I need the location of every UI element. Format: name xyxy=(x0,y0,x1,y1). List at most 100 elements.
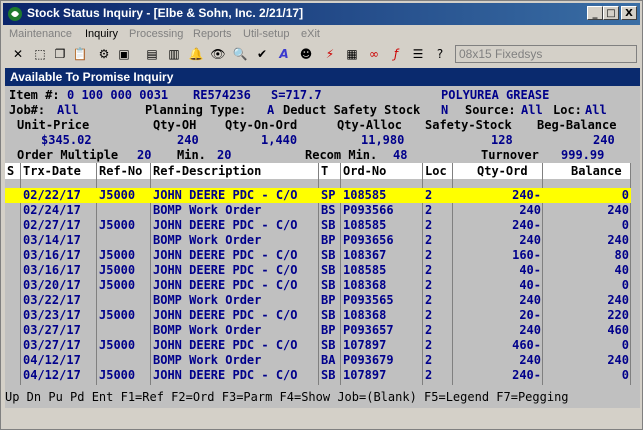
col-header-balance[interactable]: Balance xyxy=(543,163,631,179)
cell-s xyxy=(5,188,21,203)
cell-ref-no: J5000 xyxy=(99,368,136,382)
cell-s xyxy=(5,263,21,278)
loc-value: All xyxy=(585,103,607,117)
paste-icon[interactable]: 📋 xyxy=(71,45,89,63)
help-pointer-icon[interactable]: ? xyxy=(431,45,449,63)
bell-icon[interactable]: 🔔 xyxy=(187,45,205,63)
table-row[interactable]: 03/20/17 J5000 JOHN DEERE PDC - C/O SB 10836… xyxy=(5,278,631,293)
cell-ref-no xyxy=(97,233,151,248)
cell-bal: 0 xyxy=(621,218,629,232)
cell-ref-no xyxy=(97,323,151,338)
table-row[interactable]: 02/27/17 J5000 JOHN DEERE PDC - C/O SB 10858… xyxy=(5,218,631,233)
item-s-value: S=717.7 xyxy=(271,88,322,102)
table-row[interactable]: 02/24/17 BOMP Work Order BS P093566 2 240 240 xyxy=(5,203,631,218)
cell-ord-no: 108368 xyxy=(343,308,387,322)
cell-s xyxy=(5,293,21,308)
col-header-ord-no[interactable]: Ord-No xyxy=(341,163,423,179)
table-row[interactable]: 03/16/17 J5000 JOHN DEERE PDC - C/O SB 10836… xyxy=(5,248,631,263)
check-icon[interactable]: ✔ xyxy=(253,45,271,63)
cell-loc: 2 xyxy=(425,353,433,367)
cell-desc: JOHN DEERE PDC - C/O xyxy=(153,188,298,202)
cell-desc: BOMP Work Order xyxy=(153,323,262,337)
cell-s xyxy=(5,248,21,263)
menu-maintenance[interactable]: Maintenance xyxy=(9,28,72,40)
table-row[interactable]: 02/22/17 J5000 JOHN DEERE PDC - C/O SP 10858… xyxy=(5,188,631,203)
cell-ord-no: 107897 xyxy=(343,368,387,382)
cell-bal: 240 xyxy=(607,293,629,307)
menu-processing[interactable]: Processing xyxy=(129,28,183,40)
cell-ref-no: J5000 xyxy=(99,248,136,262)
menu-inquiry[interactable]: Inquiry xyxy=(85,28,118,40)
cell-desc: JOHN DEERE PDC - C/O xyxy=(153,278,298,292)
chart-icon[interactable]: ▥ xyxy=(165,45,183,63)
min-label: Min. xyxy=(177,148,206,162)
cell-bal: 240 xyxy=(607,353,629,367)
notes-icon[interactable]: ▤ xyxy=(143,45,161,63)
settings-gear-icon[interactable]: ⚙ xyxy=(95,45,113,63)
font-select[interactable]: 08x15 Fixedsys xyxy=(455,45,637,63)
table-row[interactable]: 03/27/17 J5000 JOHN DEERE PDC - C/O SB 10789… xyxy=(5,338,631,353)
table-row[interactable]: 03/16/17 J5000 JOHN DEERE PDC - C/O SB 10858… xyxy=(5,263,631,278)
col-header-qty-ord[interactable]: Qty-Ord xyxy=(453,163,543,179)
cell-desc: BOMP Work Order xyxy=(153,203,262,217)
table-row[interactable]: 03/22/17 BOMP Work Order BP P093565 2 240 240 xyxy=(5,293,631,308)
cell-ref-no xyxy=(97,293,151,308)
col-header-trx-date[interactable]: Trx-Date xyxy=(21,163,97,179)
font-icon[interactable]: A xyxy=(275,45,293,63)
title-bar[interactable]: Stock Status Inquiry - [Elbe & Sohn, Inc… xyxy=(3,3,640,25)
cell-date: 04/12/17 xyxy=(23,368,81,382)
list-icon[interactable]: ☰ xyxy=(409,45,427,63)
terminal-screen: Available To Promise Inquiry Item #: 0 1… xyxy=(5,68,640,408)
binoculars-icon[interactable]: 👁 xyxy=(209,45,227,63)
source-value: All xyxy=(521,103,543,117)
cell-loc: 2 xyxy=(425,203,433,217)
menu-util-setup[interactable]: Util-setup xyxy=(243,28,289,40)
table-row[interactable]: 04/12/17 J5000 JOHN DEERE PDC - C/O SB 10789… xyxy=(5,368,631,383)
qty-on-ord-value: 1,440 xyxy=(261,133,298,147)
cell-ref-no xyxy=(97,203,151,218)
cell-loc: 2 xyxy=(425,233,433,247)
col-header-ref-description[interactable]: Ref-Description xyxy=(151,163,319,179)
turnover-label: Turnover xyxy=(481,148,539,162)
planning-type-label: Planning Type: xyxy=(145,103,247,117)
menu-reports[interactable]: Reports xyxy=(193,28,232,40)
cell-date: 03/23/17 xyxy=(23,308,81,322)
cell-qty: 240- xyxy=(512,188,541,202)
cell-ord-no: P093566 xyxy=(343,203,394,217)
maximize-button[interactable]: □ xyxy=(603,6,619,20)
cell-qty: 240- xyxy=(512,368,541,382)
table-row[interactable]: 03/27/17 BOMP Work Order BP P093657 2 240 460 xyxy=(5,323,631,338)
table-row[interactable]: 03/14/17 BOMP Work Order BP P093656 2 240 240 xyxy=(5,233,631,248)
menu-exit[interactable]: eXit xyxy=(301,28,320,40)
cell-qty: 20- xyxy=(519,308,541,322)
table-row[interactable]: 04/12/17 BOMP Work Order BA P093679 2 240 240 xyxy=(5,353,631,368)
cell-ref-no xyxy=(97,353,151,368)
cell-date: 03/16/17 xyxy=(23,263,81,277)
item-label: Item #: xyxy=(9,88,60,102)
col-header-loc[interactable]: Loc xyxy=(423,163,453,179)
minimize-button[interactable]: _ xyxy=(587,6,603,20)
col-header-ref-no[interactable]: Ref-No xyxy=(97,163,151,179)
copy-icon[interactable]: ❐ xyxy=(51,45,69,63)
box-icon[interactable]: ▣ xyxy=(115,45,133,63)
user-icon[interactable]: ☻ xyxy=(297,45,315,63)
cell-loc: 2 xyxy=(425,368,433,382)
calculator-icon[interactable]: ▦ xyxy=(343,45,361,63)
function-icon[interactable]: ƒ xyxy=(387,45,405,63)
job-value: All xyxy=(57,103,79,117)
table-row[interactable]: 03/23/17 J5000 JOHN DEERE PDC - C/O SB 10836… xyxy=(5,308,631,323)
link-icon[interactable]: ∞ xyxy=(365,45,383,63)
search-icon[interactable]: 🔍 xyxy=(231,45,249,63)
cell-loc: 2 xyxy=(425,278,433,292)
close-x-icon[interactable]: ✕ xyxy=(9,45,27,63)
cell-date: 02/27/17 xyxy=(23,218,81,232)
col-header-s[interactable]: S xyxy=(5,163,21,179)
cell-qty: 160- xyxy=(512,248,541,262)
close-button[interactable]: X xyxy=(621,6,637,20)
cell-s xyxy=(5,218,21,233)
cell-s xyxy=(5,338,21,353)
lightning-icon[interactable]: ⚡ xyxy=(321,45,339,63)
select-icon[interactable]: ⬚ xyxy=(31,45,49,63)
beg-balance-label: Beg-Balance xyxy=(537,118,617,132)
col-header-t[interactable]: T xyxy=(319,163,341,179)
